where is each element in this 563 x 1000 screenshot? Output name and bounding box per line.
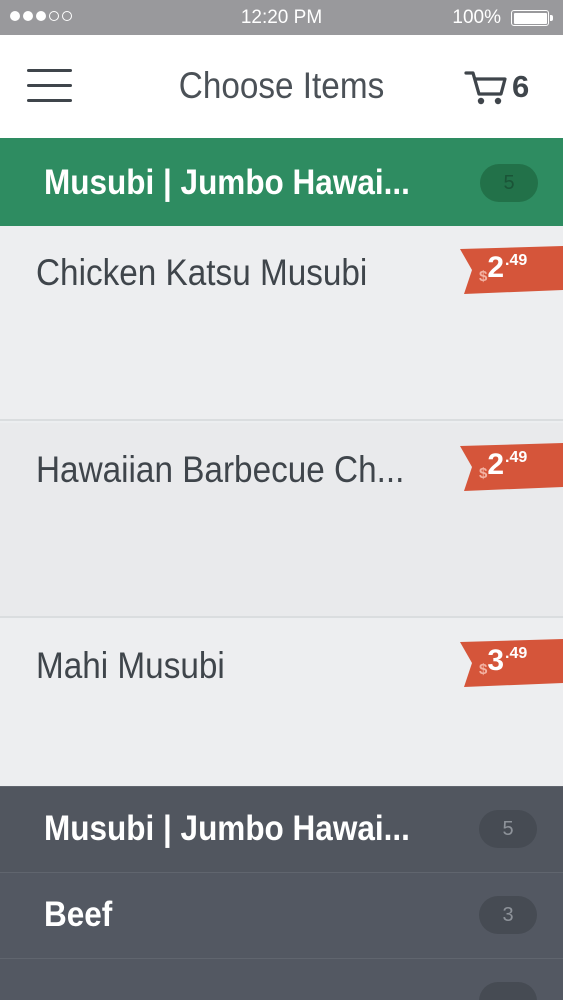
category-count-badge: 5 — [480, 164, 538, 202]
menu-item[interactable]: Chicken Katsu Musubi $2.49 — [0, 226, 563, 421]
item-name: Mahi Musubi — [36, 645, 225, 686]
item-price: $2.49 — [479, 448, 528, 482]
cart-count: 6 — [512, 69, 530, 104]
category-count-badge: 5 — [479, 810, 537, 848]
battery-icon — [511, 10, 553, 26]
menu-item[interactable]: Mahi Musubi $3.49 — [0, 619, 563, 787]
active-category-header[interactable]: Musubi | Jumbo Hawai... 5 — [0, 138, 563, 226]
status-bar: 12:20 PM 100% — [0, 0, 563, 35]
cart-button[interactable]: 6 — [464, 69, 534, 107]
battery-percentage: 100% — [452, 7, 501, 28]
category-label: Musubi | Jumbo Hawai... — [44, 163, 410, 202]
item-price: $3.49 — [479, 644, 528, 678]
shopping-cart-icon — [464, 71, 507, 105]
category-row[interactable]: Musubi | Jumbo Hawai... 5 — [0, 786, 563, 872]
scalloped-divider — [0, 126, 563, 137]
category-count-badge: 3 — [479, 896, 537, 934]
price-tag: $3.49 — [460, 639, 563, 687]
price-tag: $2.49 — [460, 443, 563, 491]
category-row-partial[interactable] — [0, 958, 563, 1000]
category-count-badge — [479, 982, 537, 1000]
app-header: Choose Items 6 — [0, 35, 563, 139]
category-label: Musubi | Jumbo Hawai... — [44, 809, 410, 848]
page-title: Choose Items — [178, 65, 385, 106]
item-name: Chicken Katsu Musubi — [36, 252, 368, 293]
price-tag: $2.49 — [460, 246, 563, 294]
item-name: Hawaiian Barbecue Ch... — [36, 449, 405, 490]
category-label: Beef — [44, 895, 113, 934]
category-row[interactable]: Beef 3 — [0, 872, 563, 958]
item-price: $2.49 — [479, 251, 528, 285]
menu-item[interactable]: Hawaiian Barbecue Ch... $2.49 — [0, 423, 563, 618]
